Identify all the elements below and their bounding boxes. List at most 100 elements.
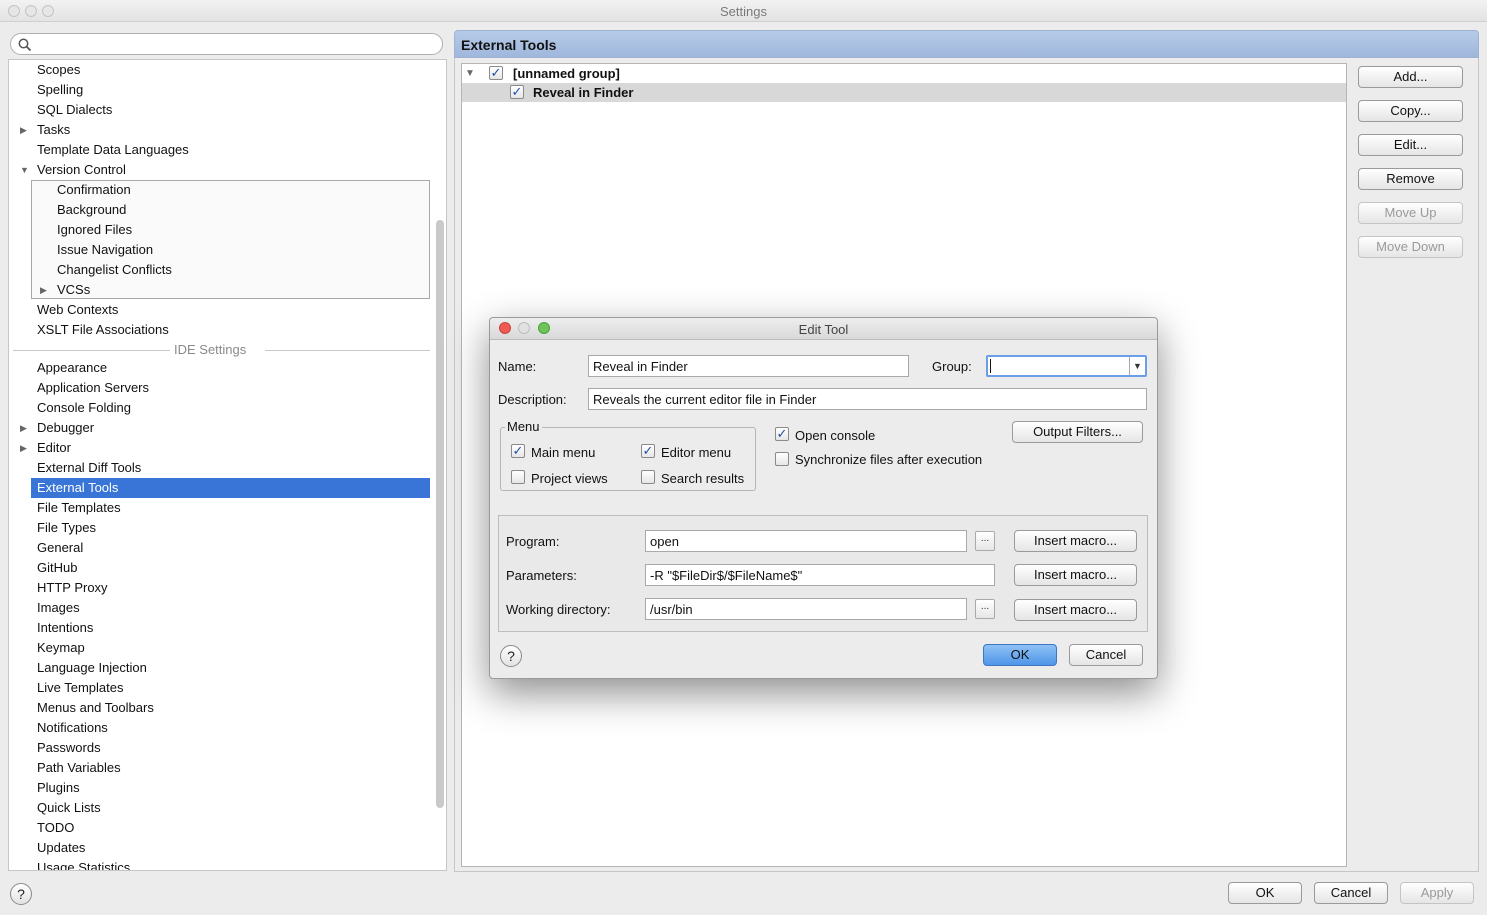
expand-triangle-icon[interactable]: ▶	[20, 418, 27, 438]
sidebar-item-tasks[interactable]: ▶ Tasks	[20, 120, 70, 140]
browse-working-directory-button[interactable]: ...	[975, 599, 995, 619]
name-label: Name:	[498, 359, 537, 374]
group-checkbox[interactable]: ✓	[489, 66, 503, 80]
program-input[interactable]	[645, 530, 967, 552]
sidebar-item-appearance[interactable]: Appearance	[37, 358, 107, 378]
sidebar-item-external-tools[interactable]: External Tools	[31, 478, 430, 498]
sidebar-item-todo[interactable]: TODO	[37, 818, 74, 838]
sidebar-scrollbar[interactable]	[436, 220, 444, 808]
insert-macro-parameters-button[interactable]: Insert macro...	[1014, 564, 1137, 586]
tool-row[interactable]: ✓ Reveal in Finder	[462, 83, 1346, 102]
insert-macro-program-button[interactable]: Insert macro...	[1014, 530, 1137, 552]
expand-triangle-icon[interactable]: ▶	[40, 280, 47, 300]
search-results-checkbox[interactable]	[641, 470, 655, 484]
sidebar-item-debugger[interactable]: ▶ Debugger	[20, 418, 94, 438]
cancel-button[interactable]: Cancel	[1314, 882, 1388, 904]
panel-header: External Tools	[454, 30, 1479, 58]
sidebar-item-language-injection[interactable]: Language Injection	[37, 658, 147, 678]
sidebar-item-version-control[interactable]: ▼ Version Control	[20, 160, 126, 180]
sidebar-item-background[interactable]: Background	[57, 200, 126, 220]
sidebar-item-label: Web Contexts	[37, 302, 119, 317]
sidebar-item-vcss[interactable]: ▶ VCSs	[40, 280, 90, 300]
dialog-ok-button[interactable]: OK	[983, 644, 1057, 666]
sidebar-item-application-servers[interactable]: Application Servers	[37, 378, 149, 398]
sidebar-item-images[interactable]: Images	[37, 598, 80, 618]
sidebar-item-usage-statistics[interactable]: Usage Statistics	[37, 858, 130, 870]
sync-files-checkbox[interactable]	[775, 452, 789, 466]
expand-triangle-icon[interactable]: ▶	[20, 120, 27, 140]
sidebar-item-file-types[interactable]: File Types	[37, 518, 96, 538]
sidebar-item-http-proxy[interactable]: HTTP Proxy	[37, 578, 108, 598]
sidebar-item-editor[interactable]: ▶ Editor	[20, 438, 71, 458]
sidebar-item-label: Ignored Files	[57, 222, 133, 237]
sidebar-item-label: Live Templates	[37, 680, 124, 695]
sidebar-item-spelling[interactable]: Spelling	[37, 80, 83, 100]
sidebar-item-label: GitHub	[37, 560, 78, 575]
help-icon[interactable]: ?	[10, 883, 32, 905]
tool-checkbox[interactable]: ✓	[510, 85, 524, 99]
sidebar-item-issue-navigation[interactable]: Issue Navigation	[57, 240, 153, 260]
sidebar-item-passwords[interactable]: Passwords	[37, 738, 101, 758]
ok-button[interactable]: OK	[1228, 882, 1302, 904]
remove-button[interactable]: Remove	[1358, 168, 1463, 190]
editor-menu-checkbox[interactable]: ✓	[641, 444, 655, 458]
sidebar-item-confirmation[interactable]: Confirmation	[57, 180, 131, 200]
sidebar-item-label: General	[37, 540, 84, 555]
open-console-checkbox[interactable]: ✓	[775, 427, 789, 441]
settings-search[interactable]	[10, 33, 443, 55]
sidebar-item-label: External Diff Tools	[37, 460, 142, 475]
chevron-down-icon[interactable]: ▼	[1129, 357, 1145, 375]
sidebar-item-github[interactable]: GitHub	[37, 558, 77, 578]
sidebar-item-changelist-conflicts[interactable]: Changelist Conflicts	[57, 260, 172, 280]
dialog-help-icon[interactable]: ?	[500, 645, 522, 667]
sidebar-item-keymap[interactable]: Keymap	[37, 638, 85, 658]
menu-group-label: Menu	[505, 419, 542, 434]
expand-triangle-icon[interactable]: ▶	[20, 438, 27, 458]
description-input[interactable]	[588, 388, 1147, 410]
sidebar-item-console-folding[interactable]: Console Folding	[37, 398, 131, 418]
copy-button[interactable]: Copy...	[1358, 100, 1463, 122]
ide-settings-label: IDE Settings	[174, 342, 247, 357]
output-filters-button[interactable]: Output Filters...	[1012, 421, 1143, 443]
project-views-checkbox[interactable]	[511, 470, 525, 484]
browse-program-button[interactable]: ...	[975, 531, 995, 551]
sidebar-item-label: Confirmation	[57, 182, 131, 197]
collapse-triangle-icon[interactable]: ▼	[20, 160, 29, 180]
sidebar-item-xslt-file-associations[interactable]: XSLT File Associations	[37, 320, 169, 340]
sidebar-item-updates[interactable]: Updates	[37, 838, 85, 858]
separator-line	[13, 350, 170, 351]
sidebar-item-live-templates[interactable]: Live Templates	[37, 678, 123, 698]
sidebar-item-web-contexts[interactable]: Web Contexts	[37, 300, 118, 320]
sidebar-item-file-templates[interactable]: File Templates	[37, 498, 121, 518]
working-directory-input[interactable]	[645, 598, 967, 620]
group-combobox[interactable]: ▼	[986, 355, 1147, 377]
search-input[interactable]	[37, 36, 432, 52]
sidebar-item-menus-and-toolbars[interactable]: Menus and Toolbars	[37, 698, 154, 718]
sidebar-item-intentions[interactable]: Intentions	[37, 618, 93, 638]
dialog-cancel-button[interactable]: Cancel	[1069, 644, 1143, 666]
sidebar-item-external-diff-tools[interactable]: External Diff Tools	[37, 458, 141, 478]
sidebar-item-plugins[interactable]: Plugins	[37, 778, 80, 798]
sidebar-item-path-variables[interactable]: Path Variables	[37, 758, 121, 778]
edit-button[interactable]: Edit...	[1358, 134, 1463, 156]
sidebar-item-sql-dialects[interactable]: SQL Dialects	[37, 100, 112, 120]
tool-group-row[interactable]: ▼ ✓ [unnamed group]	[462, 64, 1346, 83]
move-down-button[interactable]: Move Down	[1358, 236, 1463, 258]
menu-options-group: Menu ✓ Main menu ✓ Editor menu Project v…	[500, 419, 756, 491]
add-button[interactable]: Add...	[1358, 66, 1463, 88]
sidebar-item-template-data-languages[interactable]: Template Data Languages	[37, 140, 189, 160]
search-results-label: Search results	[661, 471, 745, 486]
collapse-triangle-icon[interactable]: ▼	[465, 64, 475, 83]
name-input[interactable]	[588, 355, 909, 377]
main-menu-checkbox[interactable]: ✓	[511, 444, 525, 458]
sidebar-item-notifications[interactable]: Notifications	[37, 718, 108, 738]
sidebar-item-label: XSLT File Associations	[37, 322, 169, 337]
move-up-button[interactable]: Move Up	[1358, 202, 1463, 224]
parameters-input[interactable]	[645, 564, 995, 586]
sidebar-item-quick-lists[interactable]: Quick Lists	[37, 798, 101, 818]
sidebar-item-general[interactable]: General	[37, 538, 83, 558]
sidebar-item-scopes[interactable]: Scopes	[37, 60, 80, 80]
sidebar-item-ignored-files[interactable]: Ignored Files	[57, 220, 132, 240]
apply-button[interactable]: Apply	[1400, 882, 1474, 904]
insert-macro-workdir-button[interactable]: Insert macro...	[1014, 599, 1137, 621]
